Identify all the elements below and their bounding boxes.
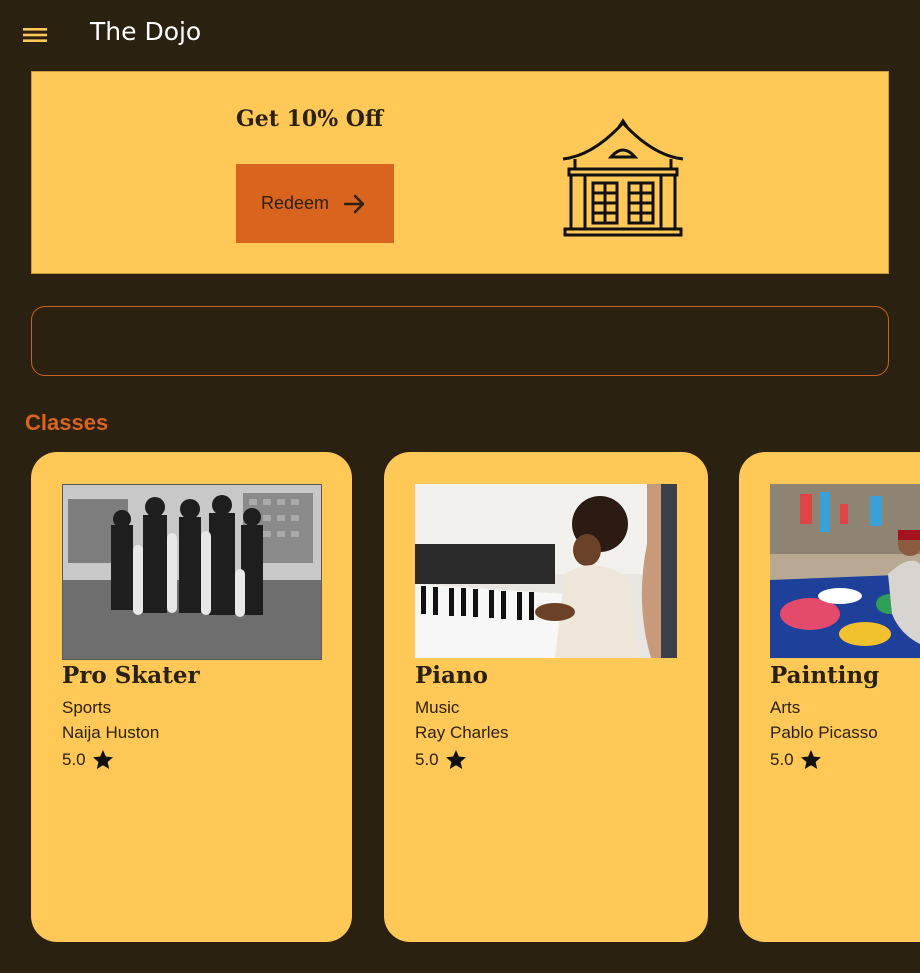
star-icon — [443, 748, 469, 772]
class-photo-piano — [415, 484, 677, 658]
app-bar: The Dojo — [0, 0, 920, 71]
redeem-button-label: Redeem — [261, 193, 330, 213]
class-category: Arts — [770, 698, 801, 717]
class-title: Pro Skater — [62, 662, 200, 689]
menu-button[interactable] — [18, 18, 52, 52]
class-title: Painting — [770, 662, 880, 689]
search-field[interactable] — [31, 306, 889, 376]
app-title: The Dojo — [90, 17, 202, 46]
star-icon — [798, 748, 824, 772]
class-card[interactable]: Pro Skater Sports Naija Huston 5.0 — [31, 452, 352, 942]
rating-value: 5.0 — [770, 750, 794, 769]
class-rating: 5.0 — [62, 748, 116, 772]
class-card[interactable]: Painting Arts Pablo Picasso 5.0 — [739, 452, 920, 942]
hamburger-menu-icon — [23, 28, 47, 42]
class-teacher: Pablo Picasso — [770, 723, 878, 742]
arrow-right-icon — [343, 193, 367, 215]
class-photo-painting — [770, 484, 920, 658]
promo-title: Get 10% Off — [236, 106, 384, 132]
class-card[interactable]: Piano Music Ray Charles 5.0 — [384, 452, 708, 942]
promo-banner: Get 10% Off Redeem — [31, 71, 889, 274]
class-teacher: Ray Charles — [415, 723, 509, 742]
class-title: Piano — [415, 662, 488, 689]
class-rating: 5.0 — [415, 748, 469, 772]
redeem-button[interactable]: Redeem — [236, 164, 394, 243]
search-input[interactable] — [46, 328, 874, 354]
class-category: Music — [415, 698, 460, 717]
class-teacher: Naija Huston — [62, 723, 160, 742]
class-photo-skaters — [62, 484, 322, 660]
temple-icon — [561, 117, 685, 241]
star-icon — [90, 748, 116, 772]
rating-value: 5.0 — [62, 750, 86, 769]
class-rating: 5.0 — [770, 748, 824, 772]
classes-heading: Classes — [25, 410, 109, 435]
class-category: Sports — [62, 698, 112, 717]
rating-value: 5.0 — [415, 750, 439, 769]
